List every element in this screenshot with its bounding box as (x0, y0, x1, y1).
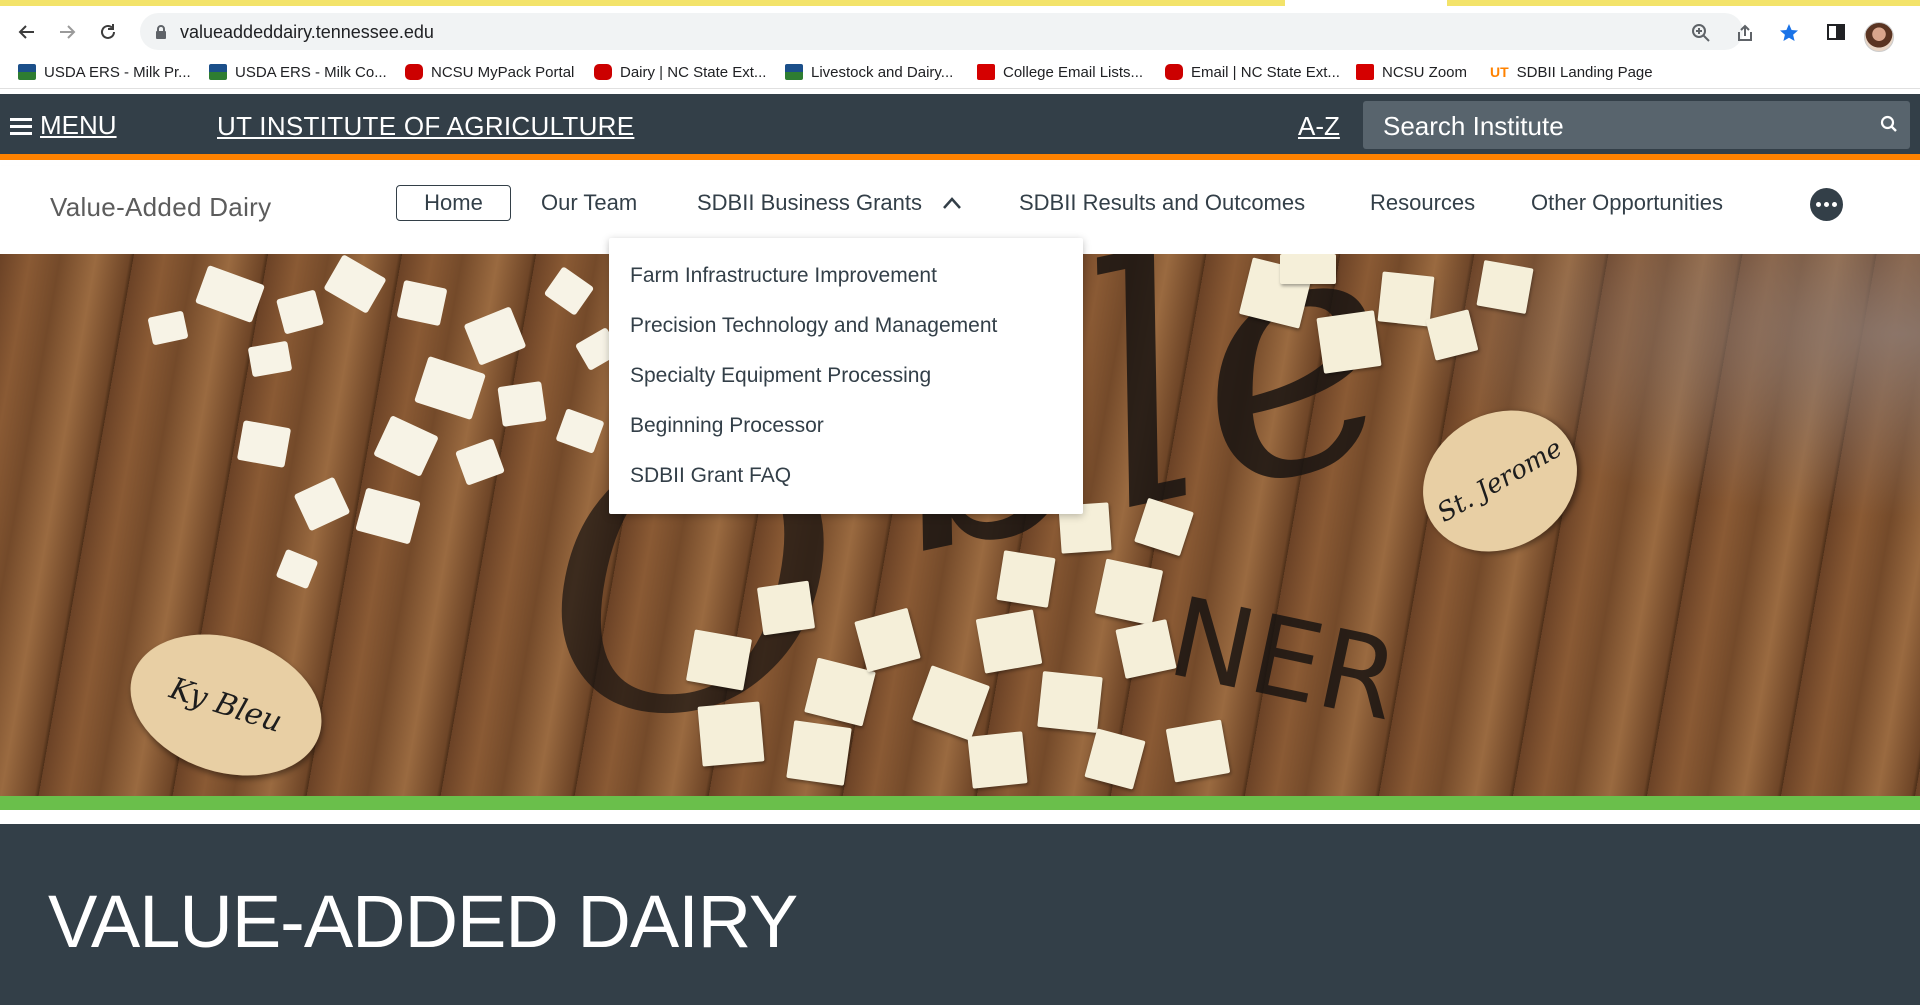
sdbii-grants-dropdown: Farm Infrastructure Improvement Precisio… (609, 238, 1083, 514)
wolf-icon (977, 64, 995, 80)
dropdown-precision-technology[interactable]: Precision Technology and Management (609, 303, 1083, 353)
institute-title-link[interactable]: UT INSTITUTE OF AGRICULTURE (217, 111, 634, 142)
bookmark-label: Dairy | NC State Ext... (620, 63, 767, 81)
dropdown-beginning-processor[interactable]: Beginning Processor (609, 403, 1083, 453)
profile-avatar[interactable] (1864, 22, 1894, 52)
ncsu-icon (405, 64, 423, 80)
wolf-icon (1356, 64, 1374, 80)
dropdown-farm-infrastructure[interactable]: Farm Infrastructure Improvement (609, 253, 1083, 303)
page-load-progress (0, 0, 1920, 8)
nav-resources[interactable]: Resources (1370, 190, 1475, 216)
bookmark-label: USDA ERS - Milk Co... (235, 63, 387, 81)
bookmark-item[interactable]: NCSU Zoom (1356, 61, 1467, 83)
share-icon[interactable] (1734, 22, 1756, 44)
bookmark-item[interactable]: NCSU MyPack Portal (405, 61, 574, 83)
forward-arrow-icon (60, 25, 76, 39)
reload-icon (101, 24, 115, 39)
nav-sdbii-results-outcomes[interactable]: SDBII Results and Outcomes (1019, 190, 1305, 216)
bookmark-label: USDA ERS - Milk Pr... (44, 63, 191, 81)
ncsu-icon (594, 64, 612, 80)
bookmark-star-icon[interactable] (1778, 22, 1800, 44)
hamburger-icon (10, 117, 32, 135)
address-bar[interactable]: valueaddeddairy.tennessee.edu (140, 13, 1798, 50)
more-options-icon[interactable] (1810, 188, 1843, 221)
lock-icon (156, 25, 166, 39)
bookmark-label: Livestock and Dairy... (811, 63, 954, 81)
forward-button[interactable] (52, 17, 82, 47)
side-panel-icon[interactable] (1824, 20, 1848, 44)
zoom-icon[interactable] (1690, 22, 1712, 44)
bookmark-label: SDBII Landing Page (1516, 63, 1653, 81)
back-arrow-icon (18, 25, 34, 39)
institute-header: MENU UT INSTITUTE OF AGRICULTURE A-Z Sea… (0, 94, 1920, 160)
bookmark-item[interactable]: Dairy | NC State Ext... (594, 61, 766, 83)
bookmark-item[interactable]: USDA ERS - Milk Pr... (18, 61, 191, 83)
bookmark-label: NCSU MyPack Portal (431, 63, 575, 81)
search-icon[interactable] (1880, 115, 1898, 133)
cheese-tag-st-jerome: St. Jerome (1397, 382, 1603, 580)
bookmark-item[interactable]: College Email Lists... (977, 61, 1143, 83)
search-placeholder: Search Institute (1383, 111, 1564, 141)
dropdown-specialty-equipment[interactable]: Specialty Equipment Processing (609, 353, 1083, 403)
bookmark-label: College Email Lists... (1003, 63, 1144, 81)
menu-button[interactable]: MENU (10, 110, 117, 141)
ut-icon: UT (1490, 64, 1509, 80)
menu-label: MENU (40, 110, 117, 140)
reload-button[interactable] (93, 17, 123, 47)
url-text: valueaddeddairy.tennessee.edu (180, 22, 434, 42)
page-title: VALUE-ADDED DAIRY (48, 880, 798, 963)
nav-our-team[interactable]: Our Team (541, 190, 637, 216)
ncsu-icon (1165, 64, 1183, 80)
nav-sdbii-business-grants[interactable]: SDBII Business Grants (697, 190, 922, 216)
barrel-text: NER (1159, 572, 1410, 746)
page-title-section: VALUE-ADDED DAIRY (0, 824, 1920, 1005)
bookmark-item[interactable]: UT SDBII Landing Page (1490, 61, 1653, 83)
a-z-link[interactable]: A-Z (1298, 111, 1340, 142)
site-name[interactable]: Value-Added Dairy (50, 192, 271, 223)
browser-toolbar: valueaddeddairy.tennessee.edu (0, 8, 1920, 55)
chevron-up-icon[interactable] (942, 196, 962, 210)
bookmark-item[interactable]: USDA ERS - Milk Co... (209, 61, 387, 83)
bookmark-item[interactable]: Livestock and Dairy... (785, 61, 953, 83)
green-accent-band (0, 796, 1920, 810)
search-input[interactable]: Search Institute (1363, 101, 1910, 149)
usda-icon (18, 64, 36, 80)
back-button[interactable] (12, 17, 42, 47)
dropdown-grant-faq[interactable]: SDBII Grant FAQ (609, 453, 1083, 503)
bookmarks-bar: USDA ERS - Milk Pr... USDA ERS - Milk Co… (0, 55, 1920, 89)
usda-icon (209, 64, 227, 80)
bookmark-item[interactable]: Email | NC State Ext... (1165, 61, 1340, 83)
bookmark-label: Email | NC State Ext... (1191, 63, 1340, 81)
bookmark-label: NCSU Zoom (1382, 63, 1468, 81)
nav-home[interactable]: Home (396, 185, 511, 221)
nav-other-opportunities[interactable]: Other Opportunities (1531, 190, 1723, 216)
usda-icon (785, 64, 803, 80)
cheese-tag-ky-bleu: Ky Bleu (112, 610, 340, 800)
